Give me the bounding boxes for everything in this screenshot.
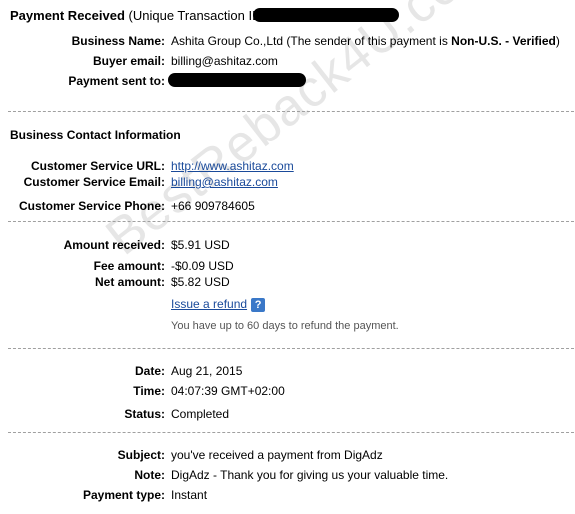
fee-amount-value: -$0.09 USD (171, 259, 234, 273)
help-icon[interactable]: ? (251, 297, 266, 312)
transaction-id-label: (Unique Transaction ID # (128, 8, 273, 23)
customer-service-email-link[interactable]: billing@ashitaz.com (171, 175, 278, 189)
divider (8, 221, 574, 222)
date-label: Date: (134, 364, 165, 378)
divider (8, 348, 574, 349)
payment-sent-to-label: Payment sent to: (68, 74, 165, 88)
subject-value: you've received a payment from DigAdz (171, 448, 383, 462)
customer-service-phone-label: Customer Service Phone: (18, 199, 165, 213)
time-value: 04:07:39 GMT+02:00 (171, 384, 285, 398)
net-amount-value: $5.82 USD (171, 275, 230, 289)
fee-amount-label: Fee amount: (93, 259, 165, 273)
note-label: Note: (134, 468, 165, 482)
customer-service-email-label: Customer Service Email: (23, 175, 165, 189)
amount-received-value: $5.91 USD (171, 238, 230, 252)
status-value: Completed (171, 407, 230, 421)
sender-note-prefix: (The sender of this payment is (286, 34, 448, 48)
payment-type-value: Instant (171, 488, 208, 502)
business-name-label: Business Name: (71, 34, 165, 48)
header: Payment Received (Unique Transaction ID … (10, 8, 272, 23)
customer-service-phone-value: +66 909784605 (171, 199, 255, 213)
redacted-recipient (168, 73, 306, 87)
customer-service-url-label: Customer Service URL: (30, 159, 165, 173)
refund-row: Issue a refund? (171, 297, 266, 312)
payment-type-label: Payment type: (82, 488, 165, 502)
amount-received-label: Amount received: (63, 238, 165, 252)
sender-note-suffix: ) (555, 34, 560, 48)
issue-refund-link[interactable]: Issue a refund (171, 297, 247, 311)
note-value: DigAdz - Thank you for giving us your va… (171, 468, 449, 482)
buyer-email-value: billing@ashitaz.com (171, 54, 278, 68)
business-name: Ashita Group Co.,Ltd (171, 34, 284, 48)
customer-service-url-link[interactable]: http://www.ashitaz.com (171, 159, 294, 173)
status-label: Status: (124, 407, 165, 421)
buyer-email-label: Buyer email: (92, 54, 165, 68)
subject-label: Subject: (117, 448, 165, 462)
net-amount-label: Net amount: (95, 275, 165, 289)
refund-note: You have up to 60 days to refund the pay… (171, 320, 399, 332)
redacted-transaction-id (253, 8, 399, 22)
business-name-value: Ashita Group Co.,Ltd (The sender of this… (171, 34, 560, 48)
page-title: Payment Received (10, 8, 125, 23)
divider (8, 432, 574, 433)
sender-status: Non-U.S. - Verified (451, 34, 556, 48)
divider (8, 111, 574, 112)
time-label: Time: (133, 384, 165, 398)
date-value: Aug 21, 2015 (171, 364, 243, 378)
section-title-contact: Business Contact Information (10, 128, 181, 142)
